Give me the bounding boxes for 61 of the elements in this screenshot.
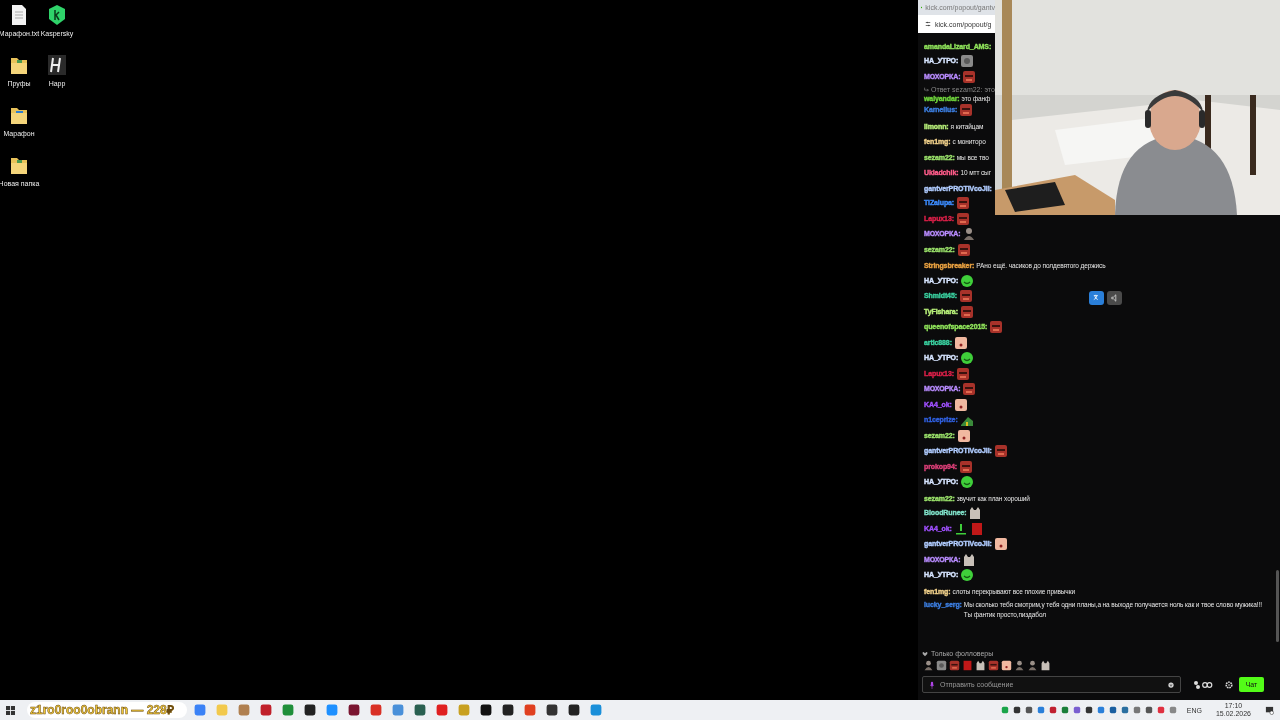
emoji-icon[interactable] — [1168, 681, 1174, 688]
figure-icon — [1014, 660, 1025, 671]
emote-icon — [962, 69, 977, 84]
app-icon[interactable] — [568, 704, 580, 716]
emote-icon — [936, 660, 947, 671]
start-icon[interactable] — [6, 705, 15, 715]
emote-icon — [958, 459, 973, 474]
donation-label: z1ro0roo0obrann — 228₽ — [30, 703, 174, 717]
emote-icon — [949, 660, 960, 671]
emote-icon — [959, 304, 974, 319]
speaker-icon — [1110, 294, 1119, 302]
figure-icon — [962, 227, 977, 242]
site-settings-icon[interactable] — [925, 21, 931, 27]
speaker-button[interactable] — [1107, 291, 1122, 305]
app-icon[interactable] — [546, 704, 558, 716]
figure-icon — [1027, 660, 1038, 671]
smiley-icon — [960, 273, 975, 288]
app-icon[interactable] — [480, 704, 492, 716]
heart-icon — [922, 650, 928, 657]
cat-icon — [962, 552, 977, 567]
emote-icon — [993, 537, 1008, 552]
emote-icon — [955, 366, 970, 381]
cat-icon — [975, 660, 986, 671]
emote-icon — [956, 242, 971, 257]
emote-icon — [969, 521, 984, 536]
settings-icon[interactable] — [1225, 680, 1233, 689]
translate-icon — [1092, 294, 1101, 302]
cat-icon — [1040, 660, 1051, 671]
emote-icon — [989, 320, 1004, 335]
figure-icon — [923, 660, 934, 671]
smiley-icon — [960, 351, 975, 366]
smiley-icon — [960, 475, 975, 490]
cat-icon — [968, 506, 983, 521]
app-icon[interactable] — [414, 704, 426, 716]
emote-icon — [956, 428, 971, 443]
emote-icon — [955, 211, 970, 226]
users-icon[interactable] — [1193, 679, 1213, 690]
app-icon[interactable] — [304, 704, 316, 716]
app-icon[interactable] — [502, 704, 514, 716]
emote-icon — [953, 521, 968, 536]
reply-icon — [924, 87, 929, 92]
emote-icon — [953, 397, 968, 412]
emote-icon — [962, 382, 977, 397]
emote-icon — [960, 54, 975, 69]
emote-icon — [956, 196, 971, 211]
emote-icon — [959, 103, 974, 118]
shield-icon — [47, 4, 67, 26]
emote-icon — [988, 660, 999, 671]
smiley-icon — [960, 568, 975, 583]
scrollbar[interactable] — [1276, 570, 1279, 642]
translate-button[interactable] — [1089, 291, 1104, 305]
emote-icon — [958, 289, 973, 304]
app-icon[interactable] — [348, 704, 360, 716]
emote-icon — [962, 660, 973, 671]
emote-icon — [1001, 660, 1012, 671]
emote-icon — [993, 444, 1008, 459]
emote-icon — [953, 335, 968, 350]
text-file-icon — [9, 4, 29, 26]
notification-icon[interactable] — [1265, 705, 1274, 715]
microphone-icon[interactable] — [929, 680, 935, 689]
app-icon — [47, 54, 67, 76]
